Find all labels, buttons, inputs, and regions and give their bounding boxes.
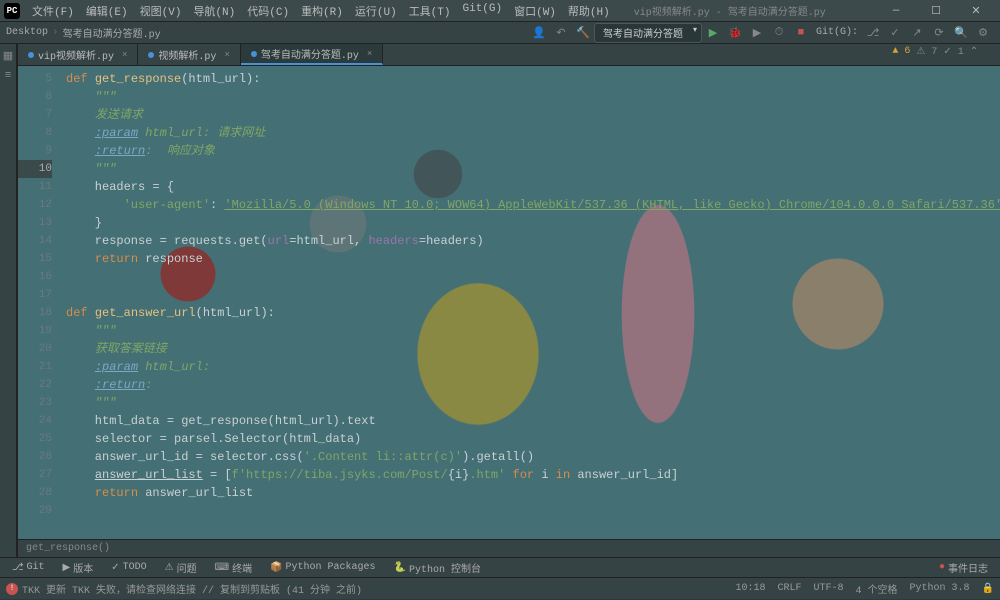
editor-tab[interactable]: vip视频解析.py× — [18, 44, 138, 65]
menu-文件(F)[interactable]: 文件(F) — [26, 1, 80, 21]
git-label[interactable]: Git(G): — [816, 27, 858, 38]
menu-代码(C)[interactable]: 代码(C) — [241, 1, 295, 21]
bottom-tab-TODO[interactable]: ✓TODO — [103, 558, 154, 578]
left-tool-stripe: ▦ ≡ — [0, 44, 17, 557]
editor-tabs: vip视频解析.py×视频解析.py×驾考自动满分答题.py× — [18, 44, 1000, 66]
project-tool-icon[interactable]: ▦ — [0, 48, 16, 64]
close-icon[interactable]: × — [224, 50, 229, 60]
branch-icon[interactable]: ⎇ — [863, 23, 883, 43]
coverage-icon[interactable]: ▶ — [747, 23, 767, 43]
menu-工具(T)[interactable]: 工具(T) — [403, 1, 457, 21]
update-icon[interactable]: ⟳ — [929, 23, 949, 43]
bottom-tab-Python 控制台[interactable]: 🐍Python 控制台 — [386, 558, 489, 578]
title-bar: PC 文件(F)编辑(E)视图(V)导航(N)代码(C)重构(R)运行(U)工具… — [0, 0, 1000, 22]
editor-tab[interactable]: 驾考自动满分答题.py× — [241, 44, 383, 65]
lock-icon[interactable]: 🔒 — [982, 583, 994, 595]
bottom-tab-终端[interactable]: ⌨终端 — [207, 558, 260, 578]
debug-button[interactable]: 🐞 — [725, 23, 745, 43]
status-bar: ! TKK 更新 TKK 失败，请检查网络连接 // 复制到剪贴板 (41 分钟… — [0, 577, 1000, 599]
commit-icon[interactable]: ✓ — [885, 23, 905, 43]
file-encoding[interactable]: UTF-8 — [814, 583, 844, 594]
python-interpreter[interactable]: Python 3.8 — [910, 583, 970, 594]
editor-tab[interactable]: 视频解析.py× — [138, 44, 240, 65]
close-icon[interactable]: × — [122, 50, 127, 60]
menu-导航(N)[interactable]: 导航(N) — [187, 1, 241, 21]
bottom-tab-Python Packages[interactable]: 📦Python Packages — [262, 558, 383, 578]
code-content[interactable]: def get_response(html_url): """ 发送请求 :pa… — [58, 66, 1000, 539]
user-icon[interactable]: 👤 — [529, 23, 549, 43]
menu-窗口(W)[interactable]: 窗口(W) — [508, 1, 562, 21]
hammer-icon[interactable]: 🔨 — [573, 23, 593, 43]
status-message: TKK 更新 TKK 失败，请检查网络连接 // 复制到剪贴板 (41 分钟 之… — [22, 581, 362, 597]
error-icon[interactable]: ! — [6, 583, 18, 595]
settings-icon[interactable]: ⚙ — [973, 23, 993, 43]
menu-重构(R)[interactable]: 重构(R) — [295, 1, 349, 21]
back-icon[interactable]: ↶ — [551, 23, 571, 43]
breadcrumb-file[interactable]: 驾考自动满分答题.py — [63, 25, 161, 41]
menu-帮助(H)[interactable]: 帮助(H) — [562, 1, 616, 21]
structure-tool-icon[interactable]: ≡ — [0, 68, 16, 84]
run-config-selector[interactable]: 驾考自动满分答题 — [594, 23, 702, 43]
maximize-button[interactable]: ☐ — [916, 0, 956, 22]
indent-setting[interactable]: 4 个空格 — [856, 581, 898, 597]
menu-视图(V)[interactable]: 视图(V) — [134, 1, 188, 21]
window-title: vip视频解析.py - 驾考自动满分答题.py — [634, 3, 826, 19]
breadcrumb-root[interactable]: Desktop — [6, 27, 48, 38]
line-gutter[interactable]: 5678910111213141516171819202122232425262… — [18, 66, 58, 539]
minimize-button[interactable]: — — [876, 0, 916, 22]
editor: vip视频解析.py×视频解析.py×驾考自动满分答题.py× ▲ 6 ⚠ 7 … — [18, 44, 1000, 557]
editor-breadcrumb[interactable]: get_response() — [18, 539, 1000, 557]
inspection-widget[interactable]: ▲ 6 ⚠ 7 ✓ 1 ⌃ — [892, 46, 978, 58]
push-icon[interactable]: ↗ — [907, 23, 927, 43]
bottom-tool-tabs: ⎇Git▶版本✓TODO⚠问题⌨终端📦Python Packages🐍Pytho… — [0, 557, 1000, 577]
menu-Git(G)[interactable]: Git(G) — [457, 1, 509, 21]
menu-编辑(E)[interactable]: 编辑(E) — [80, 1, 134, 21]
main-toolbar: Desktop › 驾考自动满分答题.py 👤 ↶ 🔨 驾考自动满分答题 ▶ 🐞… — [0, 22, 1000, 44]
close-button[interactable]: ✕ — [956, 0, 996, 22]
cursor-position[interactable]: 10:18 — [735, 583, 765, 594]
close-icon[interactable]: × — [367, 49, 372, 59]
stop-button[interactable]: ■ — [791, 23, 811, 43]
app-logo: PC — [4, 3, 20, 19]
menu-运行(U)[interactable]: 运行(U) — [349, 1, 403, 21]
bottom-tab-版本[interactable]: ▶版本 — [55, 558, 102, 578]
search-icon[interactable]: 🔍 — [951, 23, 971, 43]
line-separator[interactable]: CRLF — [777, 583, 801, 594]
profile-icon[interactable]: ⏱ — [769, 23, 789, 43]
run-button[interactable]: ▶ — [703, 23, 723, 43]
chevron-right-icon: › — [52, 27, 59, 39]
bottom-tab-Git[interactable]: ⎇Git — [4, 558, 53, 578]
bottom-tab-问题[interactable]: ⚠问题 — [157, 558, 205, 578]
event-log-tab[interactable]: ●事件日志 — [931, 558, 996, 578]
